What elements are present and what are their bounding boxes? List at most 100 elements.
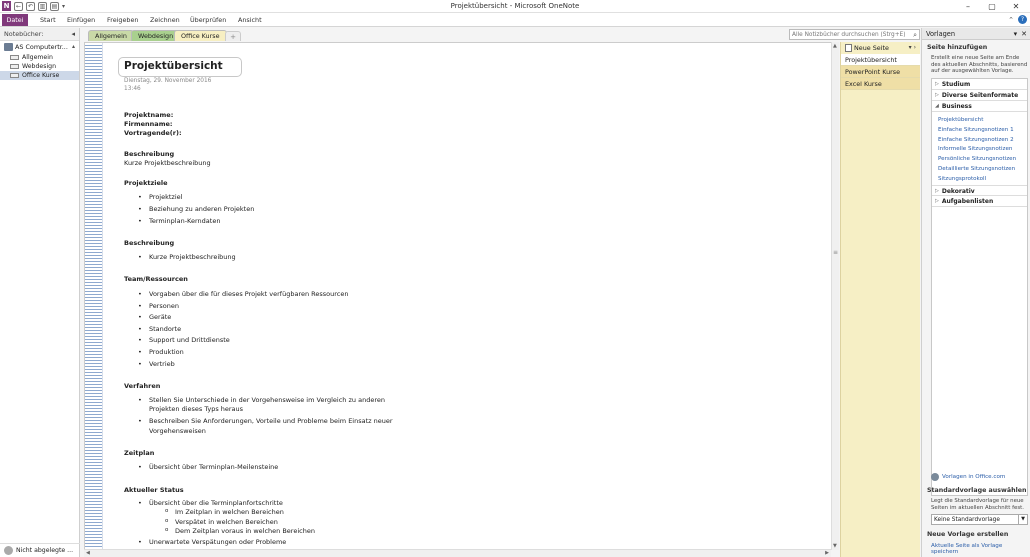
template-category-dekorativ[interactable]: ▷ Dekorativ — [932, 184, 1027, 196]
heading-process[interactable]: Verfahren — [124, 382, 160, 390]
heading-goals[interactable]: Projektziele — [124, 179, 168, 187]
list-item[interactable]: Kurze Projektbeschreibung — [138, 253, 236, 261]
tab-review[interactable]: Überprüfen — [186, 14, 230, 26]
template-item[interactable]: Einfache Sitzungsnotizen 1 — [932, 126, 1027, 136]
tab-section-webdesign[interactable]: Webdesign — [131, 30, 181, 41]
chevron-down-icon[interactable]: ▼ — [1018, 515, 1027, 524]
undo-icon[interactable]: ↶ — [26, 1, 35, 11]
section-item-allgemein[interactable]: Allgemein — [0, 53, 79, 62]
pane-options-icon[interactable]: ▾ — [1014, 28, 1018, 40]
unfiled-notes[interactable]: Nicht abgelegte ... — [0, 543, 80, 557]
new-page-button[interactable]: Neue Seite ▾ › — [841, 42, 920, 54]
close-button[interactable]: ✕ — [1004, 0, 1028, 13]
search-input[interactable]: Alle Notizbücher durchsuchen (Strg+E) ⌕ — [789, 29, 920, 40]
ribbon-tabs: Datei Start Einfügen Freigeben Zeichnen … — [0, 13, 1030, 27]
page-item-powerpoint-kurse[interactable]: PowerPoint Kurse — [841, 66, 920, 78]
section-item-office-kurse[interactable]: Office Kurse — [0, 71, 79, 80]
sub-list-item[interactable]: Dem Zeitplan voraus in welchen Bereichen — [165, 527, 315, 535]
unfiled-notes-icon — [4, 546, 13, 555]
tab-file[interactable]: Datei — [2, 14, 28, 26]
tab-insert[interactable]: Einfügen — [63, 14, 99, 26]
page-item-projektuebersicht[interactable]: Projektübersicht — [841, 54, 920, 66]
list-item[interactable]: Beziehung zu anderen Projekten — [138, 205, 254, 213]
field-presenter[interactable]: Vortragende(r): — [124, 129, 182, 137]
list-item[interactable]: Vertrieb — [138, 360, 175, 368]
list-item[interactable]: Terminplan-Kerndaten — [138, 217, 221, 225]
template-category-business[interactable]: ◢ Business — [932, 101, 1027, 112]
list-item[interactable]: Übersicht über Terminplan-Meilensteine — [138, 463, 278, 471]
heading-schedule[interactable]: Zeitplan — [124, 449, 154, 457]
template-category-aufgabenlisten[interactable]: ▷ Aufgabenlisten — [932, 196, 1027, 207]
list-item[interactable]: Vorgaben über die für dieses Projekt ver… — [138, 290, 349, 298]
scroll-down-icon[interactable]: ▼ — [833, 543, 837, 549]
template-item[interactable]: Projektübersicht — [932, 116, 1027, 126]
fullpage-icon[interactable]: ▤ — [50, 1, 59, 11]
vertical-scrollbar[interactable]: ▲ ≡ ▼ — [831, 42, 839, 550]
customize-quick-access-icon[interactable]: ▾ — [62, 3, 65, 10]
search-icon[interactable]: ⌕ — [913, 30, 917, 40]
notebook-item[interactable]: AS Computertr... ▴ — [0, 41, 79, 53]
tab-view[interactable]: Ansicht — [234, 14, 266, 26]
heading-description[interactable]: Beschreibung — [124, 150, 174, 158]
template-item[interactable]: Einfache Sitzungsnotizen 2 — [932, 136, 1027, 146]
horizontal-scrollbar[interactable]: ◀ ▶ — [84, 549, 831, 557]
list-item[interactable]: Beschreiben Sie Anforderungen, Vorteile … — [138, 417, 393, 425]
chevron-up-icon[interactable]: ▴ — [72, 41, 75, 53]
heading-team[interactable]: Team/Ressourcen — [124, 275, 188, 283]
sub-list-item[interactable]: Im Zeitplan in welchen Bereichen — [165, 508, 284, 516]
ribbon-collapse-icon[interactable]: ⌃ — [1008, 16, 1014, 24]
list-item[interactable]: Projektziel — [138, 193, 183, 201]
template-item[interactable]: Sitzungsprotokoll — [932, 175, 1027, 185]
list-item[interactable]: Standorte — [138, 325, 181, 333]
list-item[interactable]: Personen — [138, 302, 179, 310]
minimize-button[interactable]: – — [956, 0, 980, 13]
list-item[interactable]: Geräte — [138, 313, 171, 321]
section-item-webdesign[interactable]: Webdesign — [0, 62, 79, 71]
back-icon[interactable]: ← — [14, 1, 23, 11]
save-as-template-link[interactable]: Aktuelle Seite als Vorlage speichern — [931, 543, 1030, 555]
collapse-pane-icon[interactable]: ◂ — [71, 28, 75, 41]
page-title[interactable]: Projektübersicht — [124, 60, 223, 72]
scroll-right-icon[interactable]: ▶ — [825, 550, 829, 556]
office-templates-link[interactable]: Vorlagen in Office.com — [931, 473, 1005, 481]
notebook-icon — [4, 43, 13, 51]
maximize-button[interactable]: ▢ — [980, 0, 1004, 13]
list-item[interactable]: Unerwartete Verspätungen oder Probleme — [138, 538, 286, 546]
list-item[interactable]: Support und Drittdienste — [138, 336, 230, 344]
close-pane-icon[interactable]: ✕ — [1021, 28, 1027, 40]
scroll-grip-icon[interactable]: ≡ — [833, 249, 838, 256]
list-item[interactable]: Stellen Sie Unterschiede in der Vorgehen… — [138, 396, 385, 404]
template-item[interactable]: Informelle Sitzungsnotizen — [932, 145, 1027, 155]
field-company-name[interactable]: Firmenname: — [124, 120, 172, 128]
default-template-select[interactable]: Keine Standardvorlage ▼ — [931, 514, 1028, 525]
tab-section-allgemein[interactable]: Allgemein — [88, 30, 134, 41]
new-template-heading: Neue Vorlage erstellen — [927, 531, 1009, 538]
description-text[interactable]: Kurze Projektbeschreibung — [124, 159, 211, 167]
scroll-up-icon[interactable]: ▲ — [833, 43, 837, 49]
tab-start[interactable]: Start — [36, 14, 60, 26]
heading-description-2[interactable]: Beschreibung — [124, 239, 174, 247]
page-item-excel-kurse[interactable]: Excel Kurse — [841, 78, 920, 90]
expand-icon: ▷ — [935, 187, 939, 194]
template-item[interactable]: Detaillierte Sitzungsnotizen — [932, 165, 1027, 175]
tab-section-office-kurse[interactable]: Office Kurse — [174, 30, 227, 41]
template-category-studium[interactable]: ▷ Studium — [932, 79, 1027, 90]
dock-icon[interactable]: ▥ — [38, 1, 47, 11]
scroll-left-icon[interactable]: ◀ — [86, 550, 90, 556]
add-section-button[interactable]: + — [225, 31, 241, 41]
list-item[interactable]: Übersicht über die Terminplanfortschritt… — [138, 499, 283, 507]
note-canvas[interactable]: Projektübersicht Dienstag, 29. November … — [84, 42, 838, 550]
tab-draw[interactable]: Zeichnen — [146, 14, 184, 26]
heading-status[interactable]: Aktueller Status — [124, 486, 184, 494]
template-category-seitenformate[interactable]: ▷ Diverse Seitenformate — [932, 90, 1027, 101]
list-item-continued[interactable]: Vorgehensweisen — [149, 427, 206, 435]
help-icon[interactable]: ? — [1018, 15, 1027, 24]
expand-icon: ▷ — [935, 197, 939, 204]
list-item[interactable]: Produktion — [138, 348, 184, 356]
tab-share[interactable]: Freigeben — [103, 14, 142, 26]
page-list-options-icon[interactable]: ▾ › — [909, 42, 916, 54]
sub-list-item[interactable]: Verspätet in welchen Bereichen — [165, 518, 278, 526]
list-item-continued[interactable]: Projekten dieses Typs heraus — [149, 405, 243, 413]
field-project-name[interactable]: Projektname: — [124, 111, 173, 119]
template-item[interactable]: Persönliche Sitzungsnotizen — [932, 155, 1027, 165]
